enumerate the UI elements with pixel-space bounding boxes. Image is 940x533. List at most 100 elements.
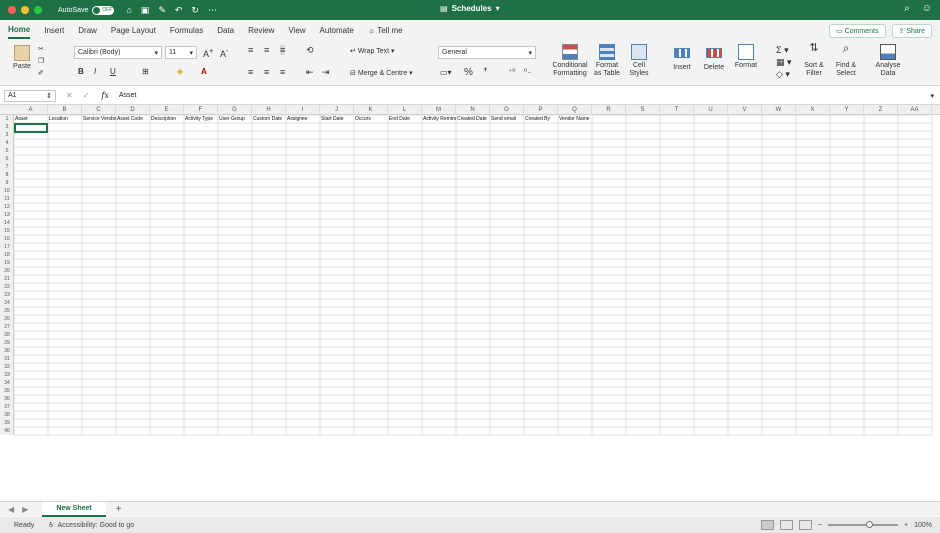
maximize-window-button[interactable] xyxy=(34,6,42,14)
column-header[interactable]: AA xyxy=(898,105,932,115)
tab-home[interactable]: Home xyxy=(8,22,31,39)
number-format-select[interactable]: General ▾ xyxy=(438,46,536,59)
redo-icon[interactable]: ↻ xyxy=(191,5,199,16)
underline-icon[interactable]: U xyxy=(110,67,116,76)
header-cell[interactable]: Service Vendor xyxy=(82,115,116,123)
column-header[interactable]: F xyxy=(184,105,218,115)
column-header[interactable]: Q xyxy=(558,105,592,115)
row-header[interactable]: 18 xyxy=(0,251,14,259)
tab-page-layout[interactable]: Page Layout xyxy=(111,23,156,38)
header-cell[interactable]: Activity Reminder xyxy=(422,115,456,123)
header-cell[interactable]: Asset Code xyxy=(116,115,150,123)
row-header[interactable]: 9 xyxy=(0,179,14,187)
home-icon[interactable]: ⌂ xyxy=(126,5,131,16)
merge-centre-button[interactable]: ⊟ Merge & Centre ▾ xyxy=(350,69,413,77)
accessibility-status[interactable]: ♿ Accessibility: Good to go xyxy=(48,521,134,530)
column-header[interactable]: T xyxy=(660,105,694,115)
sheet-tab-new-sheet[interactable]: New Sheet xyxy=(42,502,106,517)
zoom-out-icon[interactable]: − xyxy=(818,522,822,529)
column-header[interactable]: R xyxy=(592,105,626,115)
format-cells-button[interactable]: Format xyxy=(732,44,760,69)
row-header[interactable]: 10 xyxy=(0,187,14,195)
header-cell[interactable]: Description xyxy=(150,115,184,123)
column-header[interactable]: P xyxy=(524,105,558,115)
row-header[interactable]: 19 xyxy=(0,259,14,267)
column-header[interactable]: Y xyxy=(830,105,864,115)
font-size-select[interactable]: 11 ▾ xyxy=(165,46,197,59)
insert-function-button[interactable]: fx xyxy=(101,91,108,100)
column-header[interactable]: G xyxy=(218,105,252,115)
header-cell[interactable]: End Date xyxy=(388,115,422,123)
close-window-button[interactable] xyxy=(8,6,16,14)
add-sheet-icon[interactable]: + xyxy=(116,504,122,515)
decrease-decimal-icon[interactable]: ⁰₋ xyxy=(524,67,531,76)
column-header[interactable]: D xyxy=(116,105,150,115)
column-header[interactable]: L xyxy=(388,105,422,115)
format-painter-icon[interactable]: ✐ xyxy=(38,68,44,80)
zoom-slider-knob[interactable] xyxy=(866,521,873,528)
account-icon[interactable]: ☺ xyxy=(922,3,932,14)
find-select-button[interactable]: ⌕ Find & Select xyxy=(832,42,860,78)
row-header[interactable]: 20 xyxy=(0,267,14,275)
zoom-in-icon[interactable]: + xyxy=(904,522,908,529)
row-header[interactable]: 17 xyxy=(0,243,14,251)
row-header[interactable]: 37 xyxy=(0,403,14,411)
autosave-toggle[interactable]: OFF xyxy=(92,5,115,15)
row-header[interactable]: 7 xyxy=(0,163,14,171)
tell-me[interactable]: ☼ Tell me xyxy=(368,23,403,38)
cut-icon[interactable]: ✂ xyxy=(38,44,44,56)
row-header[interactable]: 1 xyxy=(0,115,14,123)
column-header[interactable]: A xyxy=(14,105,48,115)
column-header[interactable]: J xyxy=(320,105,354,115)
accounting-format-icon[interactable]: ▭▾ xyxy=(440,68,452,77)
header-cell[interactable]: Asset xyxy=(14,115,48,123)
header-cell[interactable]: Custom Date xyxy=(252,115,286,123)
column-header[interactable]: W xyxy=(762,105,796,115)
fill-color-icon[interactable]: ◈ xyxy=(177,67,183,76)
row-header[interactable]: 6 xyxy=(0,155,14,163)
row-header[interactable]: 12 xyxy=(0,203,14,211)
decrease-indent-icon[interactable]: ⇤ xyxy=(306,67,314,78)
italic-icon[interactable]: I xyxy=(94,67,96,76)
tab-data[interactable]: Data xyxy=(217,23,234,38)
header-cell[interactable]: Assignee xyxy=(286,115,320,123)
align-middle-icon[interactable]: ≡ xyxy=(264,45,269,55)
tab-automate[interactable]: Automate xyxy=(320,23,354,38)
share-button[interactable]: ⇪ Share xyxy=(891,24,932,38)
column-header[interactable]: E xyxy=(150,105,184,115)
save-icon[interactable]: ▣ xyxy=(141,5,150,16)
paste-button[interactable]: Paste xyxy=(10,45,34,70)
row-header[interactable]: 30 xyxy=(0,347,14,355)
row-header[interactable]: 40 xyxy=(0,427,14,435)
column-header[interactable]: Z xyxy=(864,105,898,115)
expand-formula-icon[interactable]: ▾ xyxy=(930,92,934,100)
row-header[interactable]: 25 xyxy=(0,307,14,315)
header-cell[interactable]: User Group xyxy=(218,115,252,123)
header-cell[interactable]: Send email xyxy=(490,115,524,123)
align-top-icon[interactable]: ≡ xyxy=(248,45,253,55)
row-header[interactable]: 24 xyxy=(0,299,14,307)
header-cell[interactable]: Location xyxy=(48,115,82,123)
row-header[interactable]: 23 xyxy=(0,291,14,299)
header-cell[interactable]: Activity Type xyxy=(184,115,218,123)
increase-font-icon[interactable]: A+ xyxy=(203,46,213,59)
row-header[interactable]: 8 xyxy=(0,171,14,179)
column-header[interactable]: V xyxy=(728,105,762,115)
align-right-icon[interactable]: ≡ xyxy=(280,67,285,77)
row-header[interactable]: 16 xyxy=(0,235,14,243)
align-center-icon[interactable]: ≡ xyxy=(264,67,269,77)
orientation-icon[interactable]: ⟲ xyxy=(306,45,314,56)
increase-indent-icon[interactable]: ⇥ xyxy=(322,67,330,78)
conditional-formatting-button[interactable]: Conditional Formatting xyxy=(551,44,589,78)
formula-input[interactable]: Asset xyxy=(119,92,137,99)
column-header[interactable]: H xyxy=(252,105,286,115)
column-header[interactable]: N xyxy=(456,105,490,115)
row-header[interactable]: 39 xyxy=(0,419,14,427)
tab-review[interactable]: Review xyxy=(248,23,274,38)
wrap-text-button[interactable]: ↵ Wrap Text ▾ xyxy=(350,47,395,55)
header-cell[interactable]: Start Date xyxy=(320,115,354,123)
column-header[interactable]: C xyxy=(82,105,116,115)
tab-formulas[interactable]: Formulas xyxy=(170,23,203,38)
row-header[interactable]: 14 xyxy=(0,219,14,227)
copy-icon[interactable]: ❐ xyxy=(38,56,44,68)
